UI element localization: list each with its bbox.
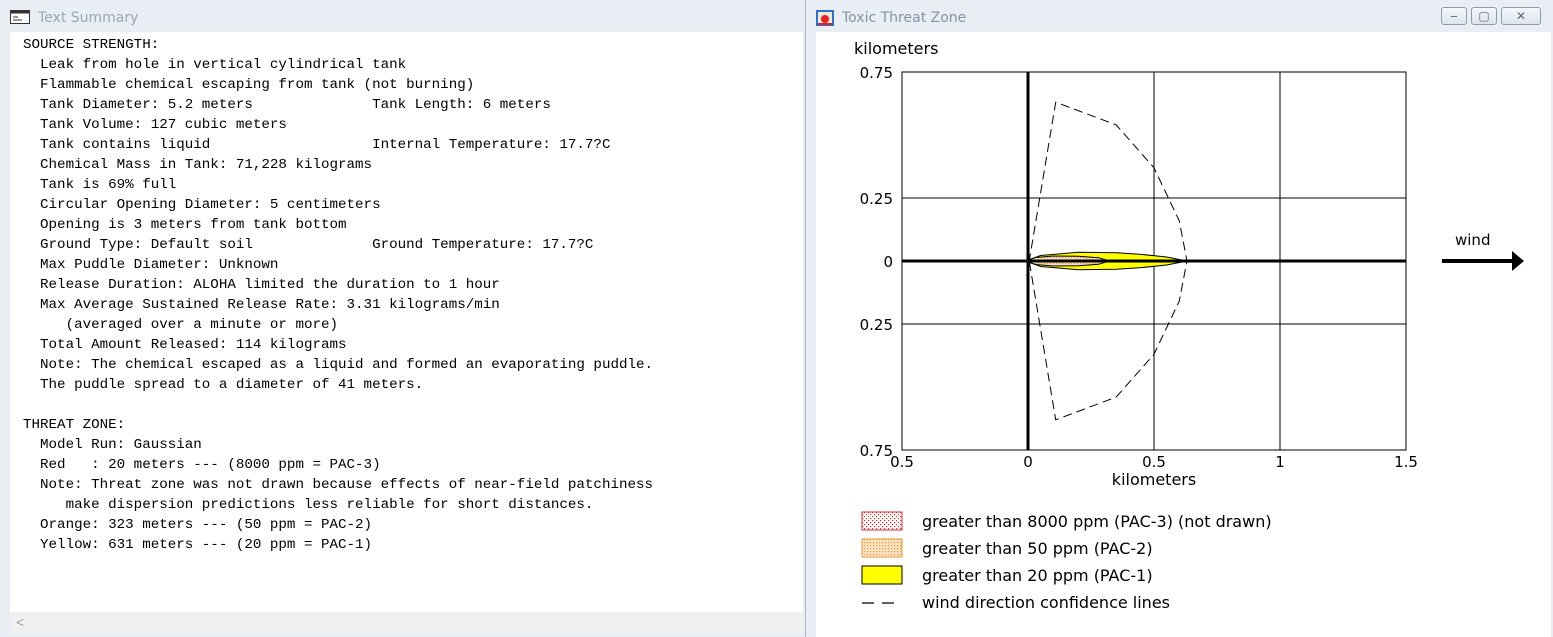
summary-line: Chemical Mass in Tank: 71,228 kilograms [23,157,373,173]
x-tick-label: 1 [1275,453,1285,471]
x-tick-label: 0.5 [1142,453,1166,471]
y-tick-label: 0.25 [860,190,893,208]
summary-line: Orange: 323 meters --- (50 ppm = PAC-2) [23,517,373,533]
summary-line: Tank Volume: 127 cubic meters [23,117,287,133]
summary-line: (averaged over a minute or more) [23,317,339,333]
y-tick-label: 0.75 [860,64,893,82]
summary-line: Tank is 69% full [23,177,177,193]
summary-line: Circular Opening Diameter: 5 centimeters [23,197,381,213]
summary-titlebar[interactable]: Text Summary [0,0,805,32]
summary-window-title: Text Summary [38,10,139,26]
x-tick-label: 0.5 [890,453,914,471]
legend-swatch-pac2 [861,538,903,558]
wind-label: wind [1455,231,1490,249]
y-tick-label: 0 [883,253,893,271]
legend-label: wind direction confidence lines [922,593,1170,612]
wind-arrow-icon [1442,251,1524,271]
summary-line: make dispersion predictions less reliabl… [23,497,594,513]
threat-titlebar[interactable]: Toxic Threat Zone ‒ ▢ ✕ [806,0,1553,32]
summary-line: SOURCE STRENGTH: [23,37,160,53]
summary-line: Tank Diameter: 5.2 meters Tank Length: 6… [23,97,551,113]
threat-plot-area: 0.75 0.25 0 0.25 0.75 0.5 0 0.5 1 1.5 kilometers ki… [816,32,1551,637]
maximize-button[interactable]: ▢ [1471,7,1497,25]
summary-line: Total Amount Released: 114 kilograms [23,337,347,353]
y-tick-label: 0.25 [860,316,893,334]
summary-line: Max Puddle Diameter: Unknown [23,257,279,273]
y-axis-label: kilometers [854,39,938,58]
scroll-left-icon[interactable]: < [16,614,24,630]
close-button[interactable]: ✕ [1501,7,1541,25]
summary-line: Model Run: Gaussian [23,437,202,453]
summary-line: Yellow: 631 meters --- (20 ppm = PAC-1) [23,537,373,553]
text-document-icon [10,10,30,24]
summary-line: THREAT ZONE: [23,417,126,433]
x-axis-label: kilometers [1112,470,1196,489]
x-tick-label: 0 [1023,453,1033,471]
legend-swatch-pac3 [861,511,903,531]
chart-layer: 0.750.2500.250.750.5 0 0.5 1 1.5kilometerski… [854,39,1418,612]
threat-zone-chart: 0.750.2500.250.750.5 0 0.5 1 1.5kilometerski… [854,39,1524,612]
summary-line: Note: The chemical escaped as a liquid a… [23,357,654,373]
summary-line: Ground Type: Default soil Ground Tempera… [23,237,594,253]
summary-line: Flammable chemical escaping from tank (n… [23,77,475,93]
horizontal-scrollbar[interactable]: < [10,612,803,634]
threat-zone-icon [816,10,834,26]
minimize-icon: ‒ [1450,9,1458,23]
summary-line: The puddle spread to a diameter of 41 me… [23,377,424,393]
legend-label: greater than 8000 ppm (PAC-3) (not drawn… [922,512,1272,531]
minimize-button[interactable]: ‒ [1441,7,1467,25]
summary-line: Tank contains liquid Internal Temperatur… [23,137,611,153]
summary-line: Note: Threat zone was not drawn because … [23,477,654,493]
x-tick-label: 1.5 [1394,453,1418,471]
threat-window-title: Toxic Threat Zone [842,10,967,26]
summary-line: Release Duration: ALOHA limited the dura… [23,277,500,293]
summary-line: Max Average Sustained Release Rate: 3.31… [23,297,500,313]
summary-line: Leak from hole in vertical cylindrical t… [23,57,407,73]
legend-label: greater than 20 ppm (PAC-1) [922,566,1153,585]
close-icon: ✕ [1515,9,1527,23]
summary-line: Red : 20 meters --- (8000 ppm = PAC-3) [23,457,381,473]
y-tick-label: 0.75 [860,442,893,460]
maximize-icon: ▢ [1478,9,1490,23]
summary-text-area[interactable]: SOURCE STRENGTH: Leak from hole in verti… [10,32,803,612]
legend-swatch-pac1 [861,565,903,585]
summary-line: Opening is 3 meters from tank bottom [23,217,347,233]
summary-text: SOURCE STRENGTH: Leak from hole in verti… [10,32,803,555]
window-controls: ‒ ▢ ✕ [1441,7,1541,25]
text-summary-window: Text Summary SOURCE STRENGTH: Leak from … [0,0,806,637]
toxic-threat-zone-window: Toxic Threat Zone ‒ ▢ ✕ 0.75 0.25 0 0.25 0.7… [806,0,1553,637]
legend-label: greater than 50 ppm (PAC-2) [922,539,1153,558]
